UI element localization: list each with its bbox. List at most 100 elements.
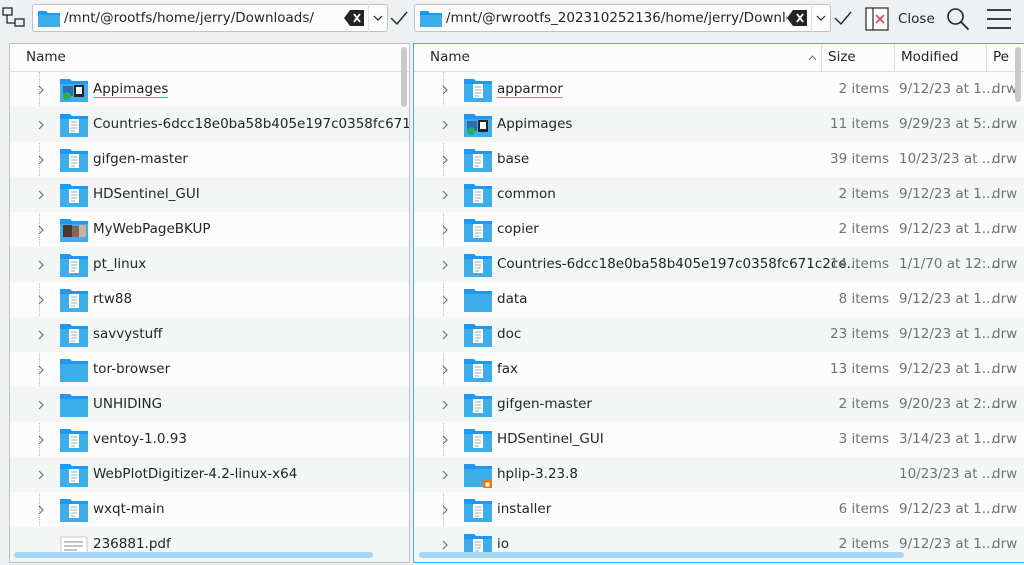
- expand-arrow-icon[interactable]: [37, 119, 45, 130]
- expand-arrow-icon[interactable]: [37, 329, 45, 340]
- left-location-text[interactable]: /mnt/@rootfs/home/jerry/Downloads/: [64, 10, 344, 26]
- file-row[interactable]: HDSentinel_GUI 3 items 3/14/23 at 1... drw: [414, 422, 1024, 457]
- close-view-icon: [865, 7, 889, 31]
- main-menu-button[interactable]: [985, 5, 1013, 33]
- expand-arrow-icon[interactable]: [441, 154, 449, 165]
- file-row[interactable]: WebPlotDigitizer-4.2-linux-x64: [10, 457, 409, 492]
- expand-arrow-icon[interactable]: [441, 294, 449, 305]
- expand-arrow-icon[interactable]: [37, 259, 45, 270]
- file-row[interactable]: doc 23 items 9/12/23 at 1... drw: [414, 317, 1024, 352]
- vertical-scrollbar[interactable]: [1015, 47, 1021, 102]
- expand-arrow-icon[interactable]: [441, 119, 449, 130]
- column-header-name[interactable]: Name: [20, 44, 401, 71]
- file-name: HDSentinel_GUI: [497, 431, 604, 447]
- file-modified: 9/12/23 at 1...: [899, 221, 995, 237]
- file-list: Appimages Countries-6dcc18e0ba58b405e197c…: [10, 72, 409, 562]
- file-permissions: drw: [992, 326, 1018, 342]
- file-name: io: [497, 536, 510, 552]
- file-size: 2 items: [838, 396, 889, 412]
- file-row[interactable]: MyWebPageBKUP: [10, 212, 409, 247]
- right-history-dropdown[interactable]: [811, 4, 830, 32]
- vertical-scrollbar[interactable]: [401, 47, 407, 107]
- clear-text-icon[interactable]: [344, 10, 364, 26]
- file-row[interactable]: gifgen-master 2 items 9/20/23 at 2:... drw: [414, 387, 1024, 422]
- file-name: Countries-6dcc18e0ba58b405e197c0358fc671…: [497, 256, 860, 272]
- left-file-view[interactable]: Name Appimages Countries-6dcc18e0ba58b405…: [9, 43, 410, 563]
- file-permissions: drw: [992, 256, 1018, 272]
- close-split-label[interactable]: Close: [898, 11, 935, 27]
- expand-arrow-icon[interactable]: [441, 364, 449, 375]
- column-header-name[interactable]: Name: [424, 44, 822, 71]
- expand-arrow-icon[interactable]: [441, 399, 449, 410]
- horizontal-scrollbar[interactable]: [14, 552, 373, 558]
- file-name: base: [497, 151, 530, 167]
- expand-arrow-icon[interactable]: [37, 84, 45, 95]
- column-header-size[interactable]: Size: [822, 44, 895, 71]
- checkmark-icon[interactable]: [833, 8, 853, 28]
- file-row[interactable]: savvystuff: [10, 317, 409, 352]
- file-row[interactable]: ventoy-1.0.93: [10, 422, 409, 457]
- file-row[interactable]: rtw88: [10, 282, 409, 317]
- expand-arrow-icon[interactable]: [441, 469, 449, 480]
- file-row[interactable]: common 2 items 9/12/23 at 1... drw: [414, 177, 1024, 212]
- file-row[interactable]: base 39 items 10/23/23 at ... drw: [414, 142, 1024, 177]
- folder-documents-icon: [59, 496, 89, 523]
- right-location-bar[interactable]: /mnt/@rwrootfs_202310252136/home/jerry/D…: [414, 4, 831, 32]
- left-history-dropdown[interactable]: [368, 4, 387, 32]
- horizontal-scrollbar[interactable]: [419, 552, 904, 558]
- search-button[interactable]: [944, 5, 972, 33]
- file-name: gifgen-master: [93, 151, 188, 167]
- column-header-modified[interactable]: Modified: [895, 44, 987, 71]
- file-row[interactable]: fax 13 items 9/12/23 at 1... drw: [414, 352, 1024, 387]
- expand-arrow-icon[interactable]: [37, 224, 45, 235]
- toolbar: /mnt/@rootfs/home/jerry/Downloads/ /mnt/…: [0, 0, 1024, 38]
- file-name: Appimages: [497, 116, 573, 132]
- expand-arrow-icon[interactable]: [441, 434, 449, 445]
- expand-arrow-icon[interactable]: [37, 399, 45, 410]
- file-row[interactable]: installer 6 items 9/12/23 at 1... drw: [414, 492, 1024, 527]
- right-location-text[interactable]: /mnt/@rwrootfs_202310252136/home/jerry/D…: [446, 10, 787, 26]
- expand-arrow-icon[interactable]: [441, 504, 449, 515]
- file-row[interactable]: tor-browser: [10, 352, 409, 387]
- left-location-bar[interactable]: /mnt/@rootfs/home/jerry/Downloads/: [32, 4, 388, 32]
- expand-arrow-icon[interactable]: [37, 294, 45, 305]
- file-size: 3 items: [838, 431, 889, 447]
- folder-documents-icon: [463, 216, 493, 243]
- expand-arrow-icon[interactable]: [441, 84, 449, 95]
- expand-arrow-icon[interactable]: [37, 189, 45, 200]
- file-row[interactable]: wxqt-main: [10, 492, 409, 527]
- file-row[interactable]: Countries-6dcc18e0ba58b405e197c0358fc671…: [414, 247, 1024, 282]
- file-row[interactable]: gifgen-master: [10, 142, 409, 177]
- file-name: savvystuff: [93, 326, 163, 342]
- clear-text-icon[interactable]: [787, 10, 807, 26]
- folder-icon: [38, 10, 60, 27]
- expand-arrow-icon[interactable]: [441, 259, 449, 270]
- file-row[interactable]: HDSentinel_GUI: [10, 177, 409, 212]
- expand-arrow-icon[interactable]: [37, 504, 45, 515]
- file-modified: 9/12/23 at 1...: [899, 81, 995, 97]
- file-row[interactable]: hplip-3.23.8 10/23/23 at ... drw: [414, 457, 1024, 492]
- expand-arrow-icon[interactable]: [441, 539, 449, 550]
- file-permissions: drw: [992, 221, 1018, 237]
- file-name: hplip-3.23.8: [497, 466, 579, 482]
- split-view-button[interactable]: [0, 4, 28, 32]
- expand-arrow-icon[interactable]: [37, 154, 45, 165]
- file-row[interactable]: copier 2 items 9/12/23 at 1... drw: [414, 212, 1024, 247]
- file-row[interactable]: Appimages 11 items 9/29/23 at 5:... drw: [414, 107, 1024, 142]
- file-row[interactable]: data 8 items 9/12/23 at 1... drw: [414, 282, 1024, 317]
- file-row[interactable]: Appimages: [10, 72, 409, 107]
- expand-arrow-icon[interactable]: [37, 364, 45, 375]
- right-file-view[interactable]: Name Size Modified Pe apparmor 2 items 9/1…: [413, 43, 1024, 563]
- expand-arrow-icon[interactable]: [37, 434, 45, 445]
- file-row[interactable]: pt_linux: [10, 247, 409, 282]
- file-row[interactable]: apparmor 2 items 9/12/23 at 1... drw: [414, 72, 1024, 107]
- expand-arrow-icon[interactable]: [441, 329, 449, 340]
- file-size: 2 items: [838, 186, 889, 202]
- expand-arrow-icon[interactable]: [37, 469, 45, 480]
- file-permissions: drw: [992, 431, 1018, 447]
- file-row[interactable]: Countries-6dcc18e0ba58b405e197c0358fc671…: [10, 107, 409, 142]
- expand-arrow-icon[interactable]: [441, 189, 449, 200]
- expand-arrow-icon[interactable]: [441, 224, 449, 235]
- checkmark-icon[interactable]: [389, 8, 409, 28]
- file-row[interactable]: UNHIDING: [10, 387, 409, 422]
